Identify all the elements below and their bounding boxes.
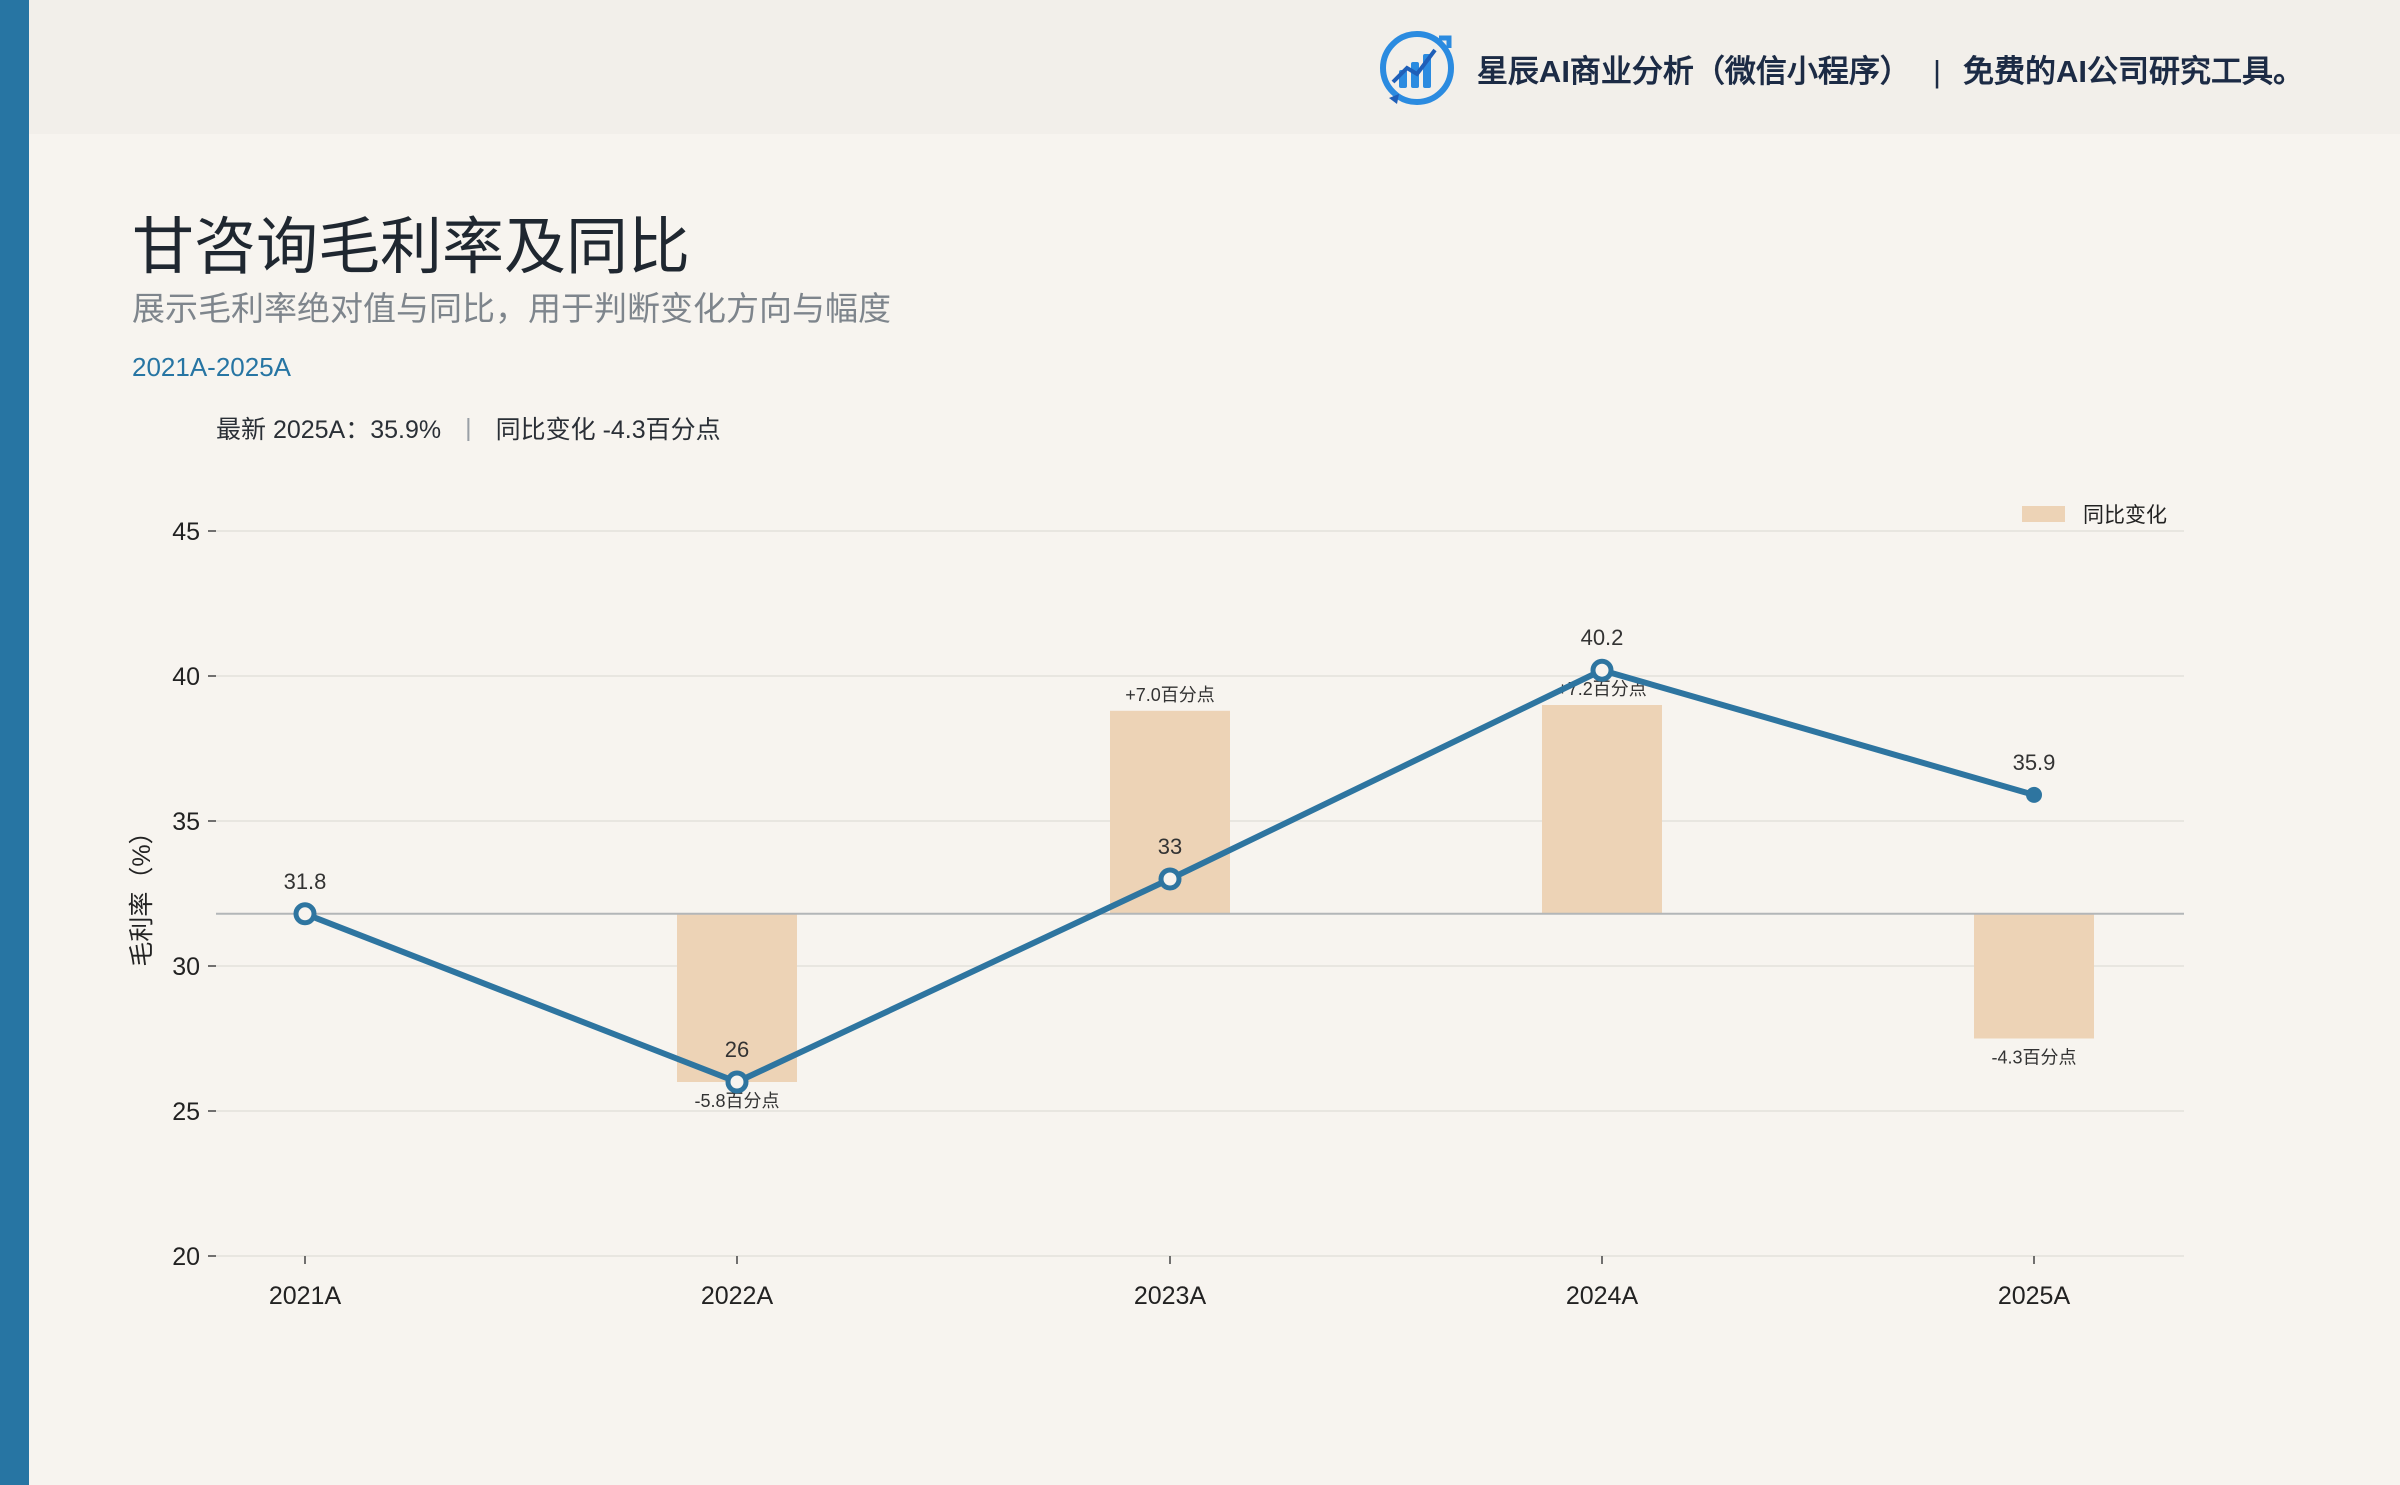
- margin-chart: 202530354045-5.8百分点+7.0百分点 +7.2百分点-4.3百分点…: [128, 504, 2184, 1310]
- x-tick-label: 2024A: [1566, 1282, 1639, 1310]
- yoy-bar: [1542, 705, 1662, 914]
- x-tick-label: 2025A: [1998, 1282, 2071, 1310]
- y-tick-label: 40: [172, 663, 200, 691]
- x-tick-label: 2022A: [701, 1282, 774, 1310]
- x-tick-label: 2023A: [1134, 1282, 1207, 1310]
- data-point: [725, 1070, 749, 1094]
- data-point: [1158, 867, 1182, 891]
- x-tick-label: 2021A: [269, 1282, 342, 1310]
- yoy-bar: [1974, 913, 2094, 1039]
- data-point-label: 40.2: [1581, 625, 1624, 650]
- y-tick-label: 25: [172, 1098, 200, 1126]
- yoy-bar-label: -5.8百分点: [694, 1091, 779, 1111]
- y-axis-label: 毛利率（%）: [128, 819, 156, 966]
- yoy-bar-label: -4.3百分点: [1991, 1048, 2076, 1068]
- y-tick-label: 30: [172, 953, 200, 981]
- yoy-bar-label: +7.0百分点: [1125, 685, 1215, 705]
- data-point: [2026, 786, 2042, 803]
- legend-swatch: [2022, 506, 2065, 522]
- y-tick-label: 45: [172, 518, 200, 546]
- data-point: [1590, 658, 1614, 682]
- y-tick-label: 35: [172, 808, 200, 836]
- data-point: [293, 902, 317, 926]
- data-point-label: 31.8: [284, 869, 327, 894]
- legend-label: 同比变化: [2083, 504, 2167, 527]
- data-point-label: 26: [725, 1037, 749, 1062]
- data-point-label: 35.9: [2013, 750, 2056, 775]
- y-tick-label: 20: [172, 1243, 200, 1271]
- data-point-label: 33: [1158, 834, 1182, 859]
